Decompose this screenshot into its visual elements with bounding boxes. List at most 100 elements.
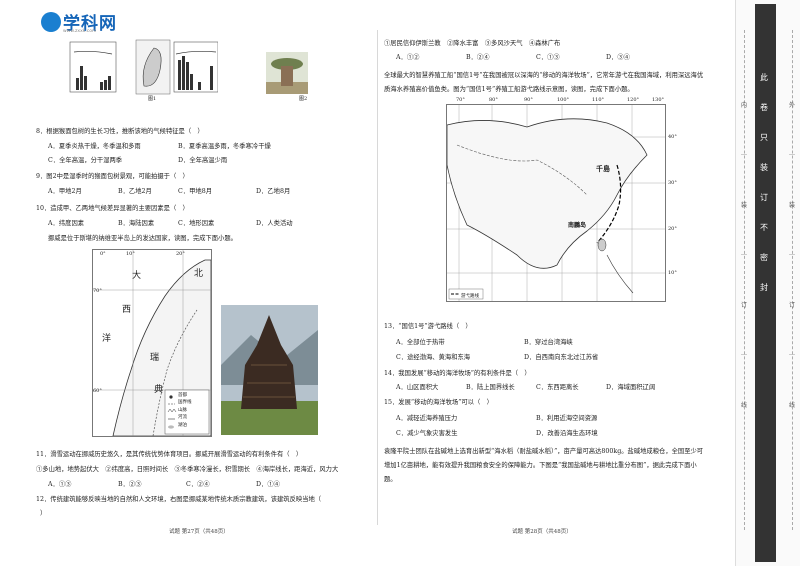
inner-mark-3: 装 — [741, 202, 748, 209]
q11-option-c: C．②④ — [186, 481, 210, 488]
map-lon-100: 100° — [557, 97, 570, 103]
map-label-nanpeng: 南鵬岛 — [568, 222, 587, 229]
q12-stem: 12．传统建筑能够反映当地的自然和人文环境，右图是挪威某地传统木质宗教建筑，该建… — [36, 496, 328, 503]
guoxin-intro: 全球最大的智慧养殖工船“国信1号”在我国被冠以深海的“移动的海洋牧场”，它常年游… — [384, 72, 704, 93]
map-lon-70: 70° — [456, 97, 465, 103]
q15-option-a: A．减轻近海养殖压力 — [396, 415, 458, 422]
q9-stem: 9．图2中是湿季时的猴面包树景观，可能拍摄于（ ） — [36, 173, 189, 180]
seal-char-8: 封 — [760, 283, 768, 292]
q9-option-a: A．甲地2月 — [48, 188, 82, 195]
climate-figure-group — [69, 39, 218, 95]
outer-mark-2: … — [789, 150, 795, 157]
q12-stem-cont: ） — [40, 510, 47, 517]
map-legend-route: 游弋路线 — [461, 294, 479, 299]
q15-option-d: D．改善沿海生态环境 — [536, 430, 598, 437]
q15-option-c: C．减少气象灾害发生 — [396, 430, 458, 437]
q10-option-b: B．海陆因素 — [118, 220, 155, 227]
seal-char-1: 此 — [760, 73, 768, 82]
q15-stem: 15．发展“移动的海洋牧场”可以（ ） — [384, 399, 493, 406]
outer-mark-1: 外 — [789, 102, 796, 109]
map2-ocean-da: 大 — [132, 271, 142, 281]
map2-lon-10: 10° — [126, 251, 135, 257]
map2-lat-70: 70° — [93, 288, 102, 294]
inner-mark-1: 内 — [741, 102, 748, 109]
column-divider — [377, 30, 378, 525]
map2-legend-lake: 湖泊 — [178, 423, 187, 428]
map2-sweden-dian: 典 — [154, 385, 164, 395]
q10-option-a: A．纬度因素 — [48, 220, 85, 227]
q13-option-b: B．穿过台湾海峡 — [524, 339, 573, 346]
map-lat-10: 10° — [668, 270, 677, 276]
outer-mark-5: 订 — [789, 302, 796, 309]
seal-char-6: 不 — [760, 223, 768, 232]
climate-chart-yi — [173, 41, 218, 93]
q11-option-b: B．②③ — [118, 481, 142, 488]
baobab-photo — [266, 52, 308, 94]
q14-option-d: D．海域面积辽阔 — [606, 384, 656, 391]
site-logo: 学科网 www.zxxk.com — [41, 9, 117, 34]
map-lon-90: 90° — [524, 97, 533, 103]
logo-url: www.zxxk.com — [63, 29, 97, 34]
q8-option-b: B．夏季高温多雨，冬季寒冷干燥 — [178, 143, 271, 150]
outer-mark-3: 装 — [789, 202, 796, 209]
q14-option-b: B．陆上国界线长 — [466, 384, 515, 391]
q8-stem: 8．根据猴面包树的生长习性，推断该地的气候特征是（ ） — [36, 128, 204, 135]
q13-option-a: A．全部位于热带 — [396, 339, 445, 346]
map-lon-80: 80° — [489, 97, 498, 103]
q11-option-d: D．①④ — [256, 481, 280, 488]
map-label-qiandao: 千島 — [596, 164, 610, 173]
q11-stem: 11．滑雪运动在挪威历史悠久，是其传统优势体育项目。挪威开展滑雪运动的有利条件有… — [36, 451, 303, 458]
map-lon-130: 130° — [652, 97, 665, 103]
prev-q-option-a: A．①② — [396, 54, 420, 61]
saline-land-intro: 袁隆平院士团队在盐碱地上选育出新型“海水稻（耐盐碱水稻）”，亩产量可高达800k… — [384, 448, 704, 483]
q9-option-b: B．乙地2月 — [118, 188, 152, 195]
map-lat-20: 20° — [668, 226, 677, 232]
inner-mark-4: … — [741, 250, 747, 257]
q10-option-c: C．地形因素 — [178, 220, 215, 227]
q8-option-c: C．全年高温，分干湿两季 — [48, 157, 123, 164]
outer-mark-6: … — [789, 350, 795, 357]
map-lat-40: 40° — [668, 134, 677, 140]
map-lon-120: 120° — [627, 97, 640, 103]
prev-q-statements: ①居民信仰伊斯兰教 ②降水丰富 ③多风沙天气 ④森林广布 — [384, 40, 561, 47]
prev-q-option-c: C．①③ — [536, 54, 560, 61]
map2-ocean-yang: 洋 — [102, 334, 112, 344]
q10-stem: 10．造成甲、乙两地气候差异显著的主要因素是（ ） — [36, 205, 189, 212]
inner-mark-5: 订 — [741, 302, 748, 309]
q14-option-a: A．山区面积大 — [396, 384, 439, 391]
q10-option-d: D．人类活动 — [256, 220, 293, 227]
seal-char-4: 装 — [760, 163, 768, 172]
q11-option-a: A．①③ — [48, 481, 72, 488]
q9-option-d: D．乙地8月 — [256, 188, 291, 195]
climate-chart-jia — [69, 41, 117, 93]
map2-ocean-xi: 西 — [122, 305, 132, 315]
map2-lon-20: 20° — [176, 251, 185, 257]
inner-mark-2: … — [741, 150, 747, 157]
map2-legend-border: 国界线 — [178, 400, 192, 405]
norway-intro: 挪威是位于斯堪的纳维亚半岛上的发达国家，读图，完成下面小题。 — [48, 235, 237, 242]
map2-legend-river: 河流 — [178, 415, 187, 420]
q9-option-c: C．甲地8月 — [178, 188, 213, 195]
page-footer-left: 试题 第27页（共48页） — [169, 529, 229, 535]
inner-mark-7: 线 — [741, 402, 748, 409]
prev-q-option-b: B．②④ — [466, 54, 490, 61]
inner-mark-6: … — [741, 350, 747, 357]
seal-char-5: 订 — [760, 193, 768, 202]
island-map — [135, 39, 171, 95]
map2-lat-60: 60° — [93, 388, 102, 394]
outer-mark-7: 线 — [789, 402, 796, 409]
q14-stem: 14．我国发展“移动的海洋牧场”的有利条件是（ ） — [384, 370, 531, 377]
q14-option-c: C．东西距离长 — [536, 384, 579, 391]
q8-option-d: D．全年高温少雨 — [178, 157, 228, 164]
outer-mark-4: … — [789, 250, 795, 257]
seal-char-7: 密 — [760, 253, 768, 262]
q13-stem: 13．“国信1号”游弋路线（ ） — [384, 323, 472, 330]
seal-char-3: 只 — [760, 133, 768, 142]
prev-q-option-d: D．③④ — [606, 54, 630, 61]
stave-church-photo — [221, 305, 318, 435]
map-lon-110: 110° — [592, 97, 605, 103]
map2-sweden-rui: 瑞 — [150, 353, 160, 363]
q15-option-b: B．利用近海空间资源 — [536, 415, 598, 422]
q13-option-c: C．途经渤海、黄海和东海 — [396, 354, 471, 361]
page-footer-right: 试题 第28页（共48页） — [512, 529, 572, 535]
